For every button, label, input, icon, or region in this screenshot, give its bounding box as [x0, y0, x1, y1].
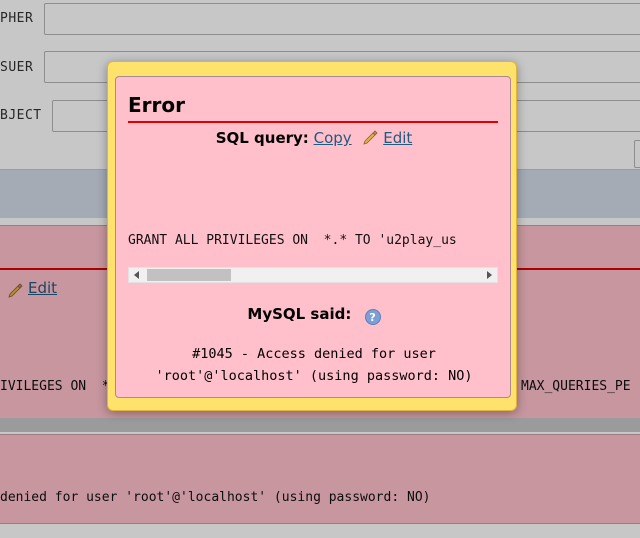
sql-query-label: SQL query: [215, 129, 309, 147]
error-dialog: Error SQL query: Copy Edit GRANT ALL PRI… [107, 61, 517, 411]
scroll-thumb[interactable] [147, 269, 231, 281]
error-message-line-1: #1045 - Access denied for user [192, 346, 436, 362]
dialog-title: Error [128, 93, 185, 117]
sql-query-text: GRANT ALL PRIVILEGES ON *.* TO 'u2play_u… [128, 233, 457, 248]
scroll-right-arrow-icon[interactable] [487, 271, 492, 279]
error-dialog-body: Error SQL query: Copy Edit GRANT ALL PRI… [115, 76, 511, 398]
copy-link[interactable]: Copy [314, 129, 352, 147]
title-rule [128, 121, 498, 123]
sql-query-header: SQL query: Copy Edit [116, 129, 512, 147]
query-horizontal-scrollbar[interactable] [128, 267, 498, 283]
mysql-said-header: MySQL said: ? [116, 305, 512, 325]
edit-link[interactable]: Edit [383, 129, 412, 147]
mysql-said-label: MySQL said: [247, 305, 352, 323]
pencil-icon [363, 130, 379, 145]
help-icon[interactable]: ? [364, 309, 381, 325]
error-message-line-2: 'root'@'localhost' (using password: NO) [155, 368, 473, 384]
scroll-left-arrow-icon[interactable] [134, 271, 139, 279]
mysql-error-message: #1045 - Access denied for user 'root'@'l… [116, 343, 512, 387]
